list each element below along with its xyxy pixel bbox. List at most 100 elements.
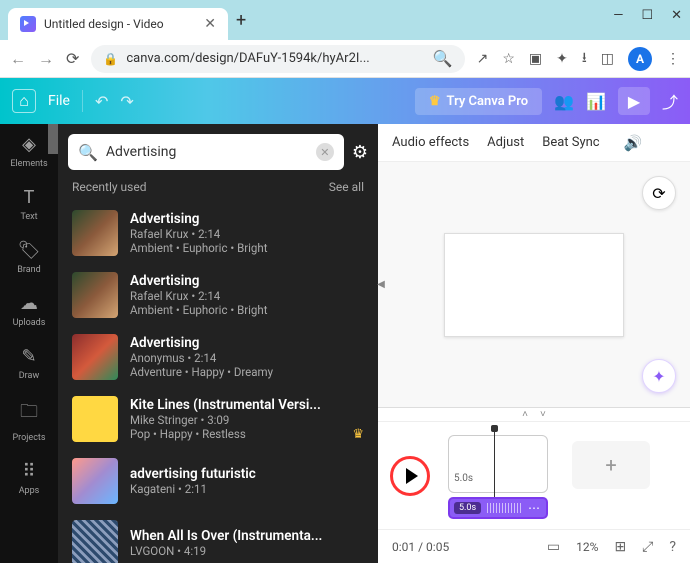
refresh-fab[interactable]: ⟳	[642, 176, 676, 210]
tab-close-icon[interactable]: ✕	[204, 16, 216, 32]
search-box[interactable]: 🔍 ✕	[68, 134, 344, 170]
adjust-button[interactable]: Adjust	[487, 135, 524, 150]
pages-icon[interactable]: ▭	[547, 539, 560, 555]
video-slide[interactable]	[444, 233, 624, 337]
redo-icon[interactable]: ↷	[120, 92, 133, 111]
rail-brand[interactable]: 🏷Brand	[17, 240, 40, 275]
audio-effects-button[interactable]: Audio effects	[392, 135, 469, 150]
rail-scrollbar[interactable]	[48, 124, 58, 154]
brand-icon: 🏷	[18, 240, 41, 261]
timeline-ruler: ˄ ˅	[378, 407, 690, 421]
bookmark-icon[interactable]: ☆	[502, 51, 515, 67]
track-list: AdvertisingRafael Krux • 2:14Ambient • E…	[58, 202, 378, 563]
file-menu[interactable]: File	[48, 93, 70, 109]
crown-premium-icon: ♛	[352, 427, 364, 442]
avatar[interactable]: A	[628, 47, 652, 71]
track-thumbnail	[72, 396, 118, 442]
forward-icon[interactable]: →	[38, 49, 54, 69]
stage-expand-handle[interactable]: ◀	[376, 272, 386, 298]
see-all-link[interactable]: See all	[329, 180, 364, 194]
stage[interactable]: ◀ ⟳ ✦	[378, 162, 690, 407]
playhead[interactable]	[494, 429, 495, 499]
clip-menu-icon[interactable]: ⋯	[528, 501, 540, 515]
filter-icon[interactable]: ⚙	[352, 142, 368, 163]
canvas-area: Audio effects Adjust Beat Sync 🔊 ◀ ⟳ ✦ ˄…	[378, 124, 690, 563]
new-tab-button[interactable]: +	[236, 10, 246, 31]
track-item[interactable]: AdvertisingAnonymus • 2:14Adventure • Ha…	[58, 326, 378, 388]
search-input[interactable]	[106, 144, 308, 160]
clear-search-icon[interactable]: ✕	[316, 143, 334, 161]
track-item[interactable]: AdvertisingRafael Krux • 2:14Ambient • E…	[58, 202, 378, 264]
track-item[interactable]: AdvertisingRafael Krux • 2:14Ambient • E…	[58, 264, 378, 326]
sidepanel-icon[interactable]: ◫	[601, 51, 614, 67]
share-upload-icon[interactable]: ⤴	[662, 89, 678, 113]
cloud-upload-icon: ☁	[20, 293, 38, 314]
context-toolbar: Audio effects Adjust Beat Sync 🔊	[378, 124, 690, 162]
zoom-icon[interactable]: 🔍	[433, 49, 453, 68]
analytics-icon[interactable]: 📊	[586, 92, 606, 111]
try-label: Try Canva Pro	[447, 94, 529, 109]
timeline-play-button[interactable]	[390, 456, 430, 496]
text-icon: T	[24, 187, 35, 208]
track-thumbnail	[72, 210, 118, 256]
track-thumbnail	[72, 520, 118, 563]
track-item[interactable]: When All Is Over (Instrumenta...LVGOON •…	[58, 512, 378, 563]
browser-titlebar: Untitled design - Video ✕ + — ☐ ✕	[0, 0, 690, 40]
minimize-icon[interactable]: —	[613, 8, 623, 23]
browser-toolbar: ← → ⟳ 🔒 canva.com/design/DAFuY-1594k/hyA…	[0, 40, 690, 78]
shapes-icon: ◈	[22, 134, 36, 155]
pencil-icon: ✎	[21, 346, 36, 367]
folder-icon: 🗀	[20, 399, 38, 429]
fullscreen-icon[interactable]: ⤢	[642, 539, 653, 555]
rail-elements[interactable]: ◈Elements	[10, 134, 47, 169]
help-icon[interactable]: ?	[669, 539, 676, 555]
beat-sync-button[interactable]: Beat Sync	[542, 135, 599, 150]
track-thumbnail	[72, 458, 118, 504]
track-item[interactable]: Kite Lines (Instrumental Versi...Mike St…	[58, 388, 378, 450]
try-canva-pro-button[interactable]: ♛ Try Canva Pro	[415, 88, 542, 115]
grid-view-icon[interactable]: ⊞	[614, 539, 626, 555]
download-icon[interactable]: ⭳	[582, 47, 587, 71]
rail-text[interactable]: TText	[20, 187, 37, 222]
chevron-down-icon[interactable]: ˅	[540, 409, 546, 420]
share-icon[interactable]: ↗	[477, 51, 489, 67]
audio-clip[interactable]: 5.0s ⋯	[448, 497, 548, 519]
search-icon: 🔍	[78, 143, 98, 162]
audio-panel: 🔍 ✕ ⚙ Recently used See all AdvertisingR…	[58, 124, 378, 563]
chevron-up-icon[interactable]: ˄	[522, 409, 528, 420]
track-thumbnail	[72, 334, 118, 380]
rail-projects[interactable]: 🗀Projects	[13, 399, 46, 443]
reload-icon[interactable]: ⟳	[66, 49, 79, 68]
home-icon[interactable]: ⌂	[12, 89, 36, 113]
crown-icon: ♛	[429, 94, 441, 109]
maximize-icon[interactable]: ☐	[641, 8, 653, 23]
present-button[interactable]: ▶	[618, 87, 650, 115]
canva-header: ⌂ File ↶ ↷ ♛ Try Canva Pro 👥 📊 ▶ ⤴	[0, 78, 690, 124]
speaker-icon[interactable]: 🔊	[624, 134, 643, 152]
address-bar[interactable]: 🔒 canva.com/design/DAFuY-1594k/hyAr2I...…	[91, 45, 464, 73]
tab-title: Untitled design - Video	[44, 17, 196, 31]
waveform	[487, 503, 522, 513]
rail-uploads[interactable]: ☁Uploads	[13, 293, 46, 328]
back-icon[interactable]: ←	[10, 49, 26, 69]
lock-icon: 🔒	[103, 52, 118, 66]
menu-icon[interactable]: ⋮	[666, 51, 680, 67]
timeline-clips[interactable]: 5.0s 5.0s ⋯ +	[442, 431, 678, 521]
rail-draw[interactable]: ✎Draw	[19, 346, 39, 381]
magic-fab[interactable]: ✦	[642, 359, 676, 393]
window-controls: — ☐ ✕	[613, 8, 682, 23]
video-clip[interactable]	[448, 435, 548, 493]
collaborators-icon[interactable]: 👥	[554, 92, 574, 111]
undo-icon[interactable]: ↶	[95, 92, 108, 111]
puzzle-icon[interactable]: ✦	[556, 51, 568, 67]
add-clip-button[interactable]: +	[572, 441, 650, 489]
recently-used-label: Recently used	[72, 180, 146, 194]
extension-icon[interactable]: ▣	[529, 51, 542, 67]
audio-duration-badge: 5.0s	[454, 502, 481, 514]
browser-tab[interactable]: Untitled design - Video ✕	[8, 8, 228, 40]
track-item[interactable]: advertising futuristicKagateni • 2:11	[58, 450, 378, 512]
rail-apps[interactable]: ⠿Apps	[19, 461, 40, 496]
close-window-icon[interactable]: ✕	[671, 8, 682, 23]
url-text: canva.com/design/DAFuY-1594k/hyAr2I...	[126, 51, 424, 66]
zoom-level[interactable]: 12%	[576, 540, 598, 554]
